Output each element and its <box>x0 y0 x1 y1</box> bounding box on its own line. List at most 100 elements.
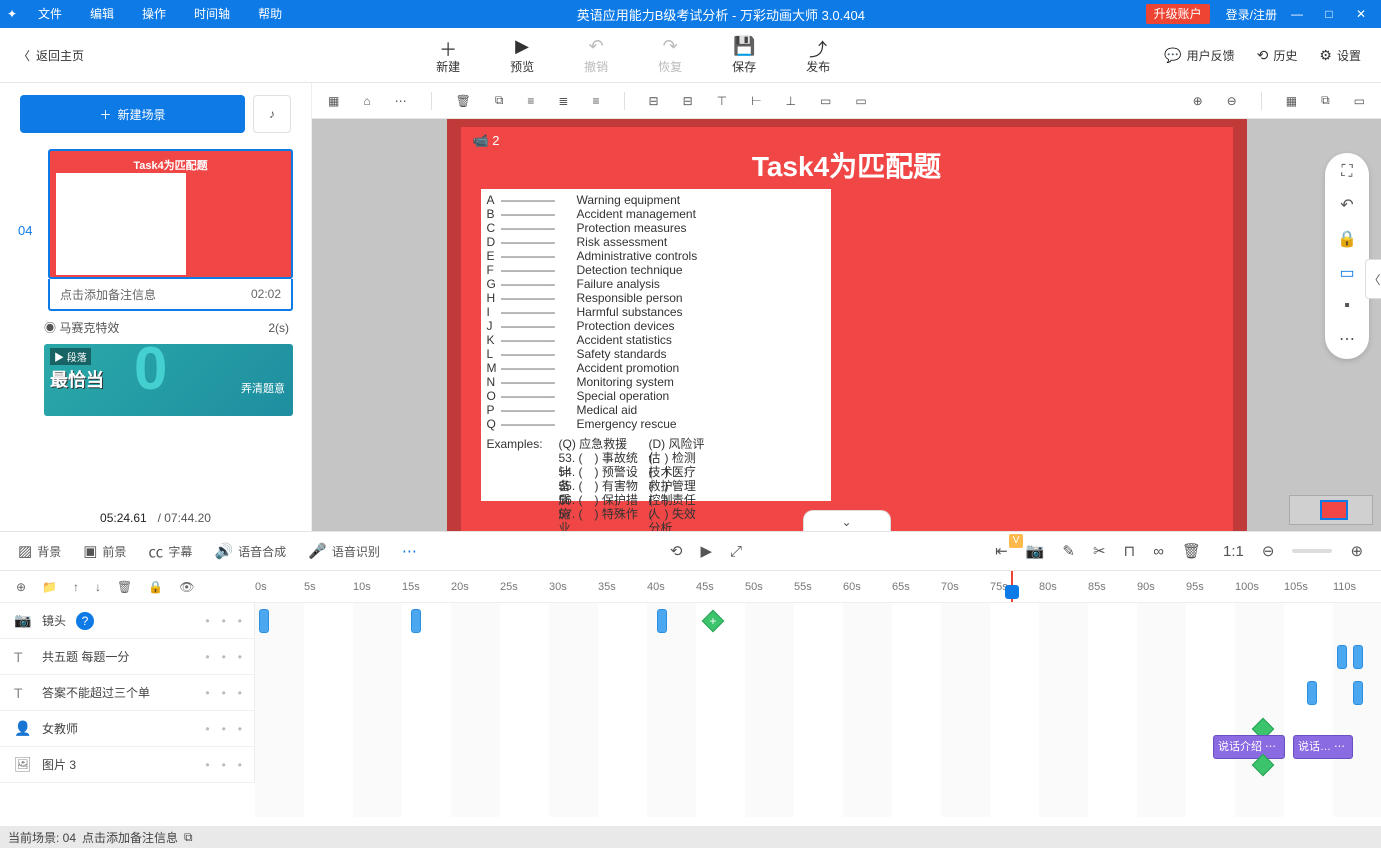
layout-icon[interactable]: ▭ <box>1354 94 1365 108</box>
track-body[interactable] <box>255 639 1381 674</box>
trash2-icon[interactable]: 🗑 <box>1182 542 1201 560</box>
align-top-icon[interactable]: ⊤ <box>717 94 727 108</box>
rewind-icon[interactable]: ⟲ <box>670 542 683 560</box>
zoom-slider[interactable] <box>1292 549 1332 553</box>
maximize-icon[interactable]: □ <box>1317 7 1341 21</box>
stage[interactable]: 📹 2 Task4为匹配题 A------------------Warning… <box>312 119 1381 531</box>
track-body[interactable]: 说话介绍 ⋯说话… ⋯ <box>255 711 1381 746</box>
time-ruler[interactable]: 0s5s10s15s20s25s30s35s40s45s50s55s60s65s… <box>255 571 1381 602</box>
lock-track-icon[interactable]: 🔒 <box>148 580 163 594</box>
top-action-0[interactable]: ＋新建 <box>436 36 460 75</box>
ra-label: 设置 <box>1337 47 1361 64</box>
menu-help[interactable]: 帮助 <box>244 0 296 28</box>
bottom-panel-toggle[interactable]: ⌄ <box>803 510 891 531</box>
top-action-1[interactable]: ▶预览 <box>510 36 534 75</box>
play-icon[interactable]: ▶ <box>700 542 712 560</box>
status-copy-icon[interactable]: ⧉ <box>184 830 193 845</box>
fullscreen-icon[interactable]: ⛶ <box>1341 163 1352 181</box>
top-action-3[interactable]: ↷恢复 <box>658 36 682 75</box>
device-icon[interactable]: ▪ <box>1344 297 1350 315</box>
close-icon[interactable]: ✕ <box>1349 7 1373 21</box>
minimize-icon[interactable]: — <box>1285 7 1309 21</box>
track-body[interactable] <box>255 747 1381 782</box>
help-icon[interactable]: ? <box>76 612 94 630</box>
new-scene-button[interactable]: ＋ 新建场景 <box>20 95 245 133</box>
camera-icon[interactable]: 📷 <box>1026 542 1045 560</box>
music-button[interactable]: ♪ <box>253 95 291 133</box>
zoom-in2-icon[interactable]: ⊕ <box>1350 542 1363 560</box>
back-icon[interactable]: ▭ <box>855 94 866 108</box>
copy-icon[interactable]: ⧉ <box>495 93 504 108</box>
more-icon[interactable]: ⋯ <box>395 94 407 108</box>
tab-foreground[interactable]: ▣前景 <box>83 542 126 560</box>
expand-icon[interactable]: ⤢ <box>730 543 742 560</box>
more-tabs-icon[interactable]: ⋯ <box>402 542 417 560</box>
back-button[interactable]: 〈 返回主页 <box>0 47 102 64</box>
grid-icon[interactable]: ▦ <box>1286 94 1297 108</box>
layers-icon[interactable]: ▦ <box>328 94 339 108</box>
playhead[interactable] <box>1011 571 1013 602</box>
track-body[interactable] <box>255 603 1381 638</box>
login-link[interactable]: 登录/注册 <box>1226 6 1277 23</box>
track-label: 图片 3 <box>42 756 76 773</box>
right-panel-toggle[interactable]: 〈 <box>1365 259 1381 299</box>
track-row[interactable]: 📷镜头?••• <box>0 603 1381 639</box>
right-action-0[interactable]: 💬用户反馈 <box>1164 47 1234 64</box>
edit-icon[interactable]: ✎ <box>1062 542 1075 560</box>
scene-note-input[interactable]: 点击添加备注信息 <box>60 286 156 303</box>
undo-view-icon[interactable]: ↶ <box>1340 195 1353 215</box>
track-body[interactable] <box>255 675 1381 710</box>
add-track-icon[interactable]: ⊕ <box>16 580 26 594</box>
tab-tts[interactable]: 🔊语音合成 <box>214 542 286 560</box>
menu-file[interactable]: 文件 <box>24 0 76 28</box>
menu-timeline[interactable]: 时间轴 <box>180 0 244 28</box>
distribute-h-icon[interactable]: ⊟ <box>649 94 659 108</box>
track-row[interactable]: 👤女教师•••说话介绍 ⋯说话… ⋯ <box>0 711 1381 747</box>
zoom-in-icon[interactable]: ⊕ <box>1193 94 1203 108</box>
tab-asr[interactable]: 🎤语音识别 <box>308 542 380 560</box>
right-action-2[interactable]: ⚙设置 <box>1319 47 1361 64</box>
track-row[interactable]: T答案不能超过三个单••• <box>0 675 1381 711</box>
menu-edit[interactable]: 编辑 <box>76 0 128 28</box>
down-icon[interactable]: ↓ <box>95 580 101 594</box>
align-right-icon[interactable]: ≡ <box>592 94 599 108</box>
upgrade-button[interactable]: 升级账户 <box>1146 4 1210 24</box>
tab-background[interactable]: ▨背景 <box>18 542 61 560</box>
align-left-icon[interactable]: ≡ <box>527 94 534 108</box>
minimap[interactable] <box>1289 495 1373 525</box>
front-icon[interactable]: ▭ <box>820 94 831 108</box>
align-middle-icon[interactable]: ⊢ <box>751 94 761 108</box>
screen-icon[interactable]: ▭ <box>1339 263 1354 283</box>
top-action-2[interactable]: ↶撤销 <box>584 36 608 75</box>
track-row[interactable]: 🖼图片 3••• <box>0 747 1381 783</box>
top-action-5[interactable]: ⤴发布 <box>806 36 830 75</box>
eye-icon[interactable]: 👁 <box>179 580 194 594</box>
home-icon[interactable]: ⌂ <box>363 94 370 108</box>
top-action-4[interactable]: 💾保存 <box>732 36 756 75</box>
mosaic-effect-row[interactable]: ◉ 马赛克特效 2(s) <box>18 311 293 344</box>
duplicate-icon[interactable]: ⧉ <box>1321 93 1330 108</box>
tab-subtitle[interactable]: ㏄字幕 <box>148 541 192 562</box>
zoom-out2-icon[interactable]: ⊖ <box>1262 542 1275 560</box>
trash-icon[interactable]: 🗑 <box>456 94 471 108</box>
magnet-icon[interactable]: ⊓ <box>1124 542 1136 560</box>
lock-icon[interactable]: 🔒 <box>1337 229 1357 249</box>
align-center-icon[interactable]: ≣ <box>558 94 568 108</box>
track-row[interactable]: T共五题 每题一分••• <box>0 639 1381 675</box>
up-icon[interactable]: ↑ <box>73 580 79 594</box>
zoom-out-icon[interactable]: ⊖ <box>1227 94 1237 108</box>
scene-item-04[interactable]: 04 Task4为匹配题 点击添加备注信息 02:02 <box>18 149 293 311</box>
cut-icon[interactable]: ✂ <box>1093 542 1106 560</box>
right-action-1[interactable]: ⟲历史 <box>1257 47 1298 64</box>
delete-track-icon[interactable]: 🗑 <box>117 580 132 594</box>
scene-thumbnail[interactable]: Task4为匹配题 <box>48 149 293 279</box>
menu-action[interactable]: 操作 <box>128 0 180 28</box>
more-fab-icon[interactable]: ⋯ <box>1339 329 1355 349</box>
marker-icon[interactable]: ⇤ <box>995 542 1008 560</box>
align-bottom-icon[interactable]: ⊥ <box>786 94 796 108</box>
ratio-icon[interactable]: 1:1 <box>1223 543 1244 560</box>
scene-item-05[interactable]: ▶ 段落 0 最恰当 弄清题意 <box>44 344 293 416</box>
folder-icon[interactable]: 📁 <box>42 580 57 594</box>
link-icon[interactable]: ∞ <box>1153 543 1164 560</box>
distribute-v-icon[interactable]: ⊟ <box>683 94 693 108</box>
